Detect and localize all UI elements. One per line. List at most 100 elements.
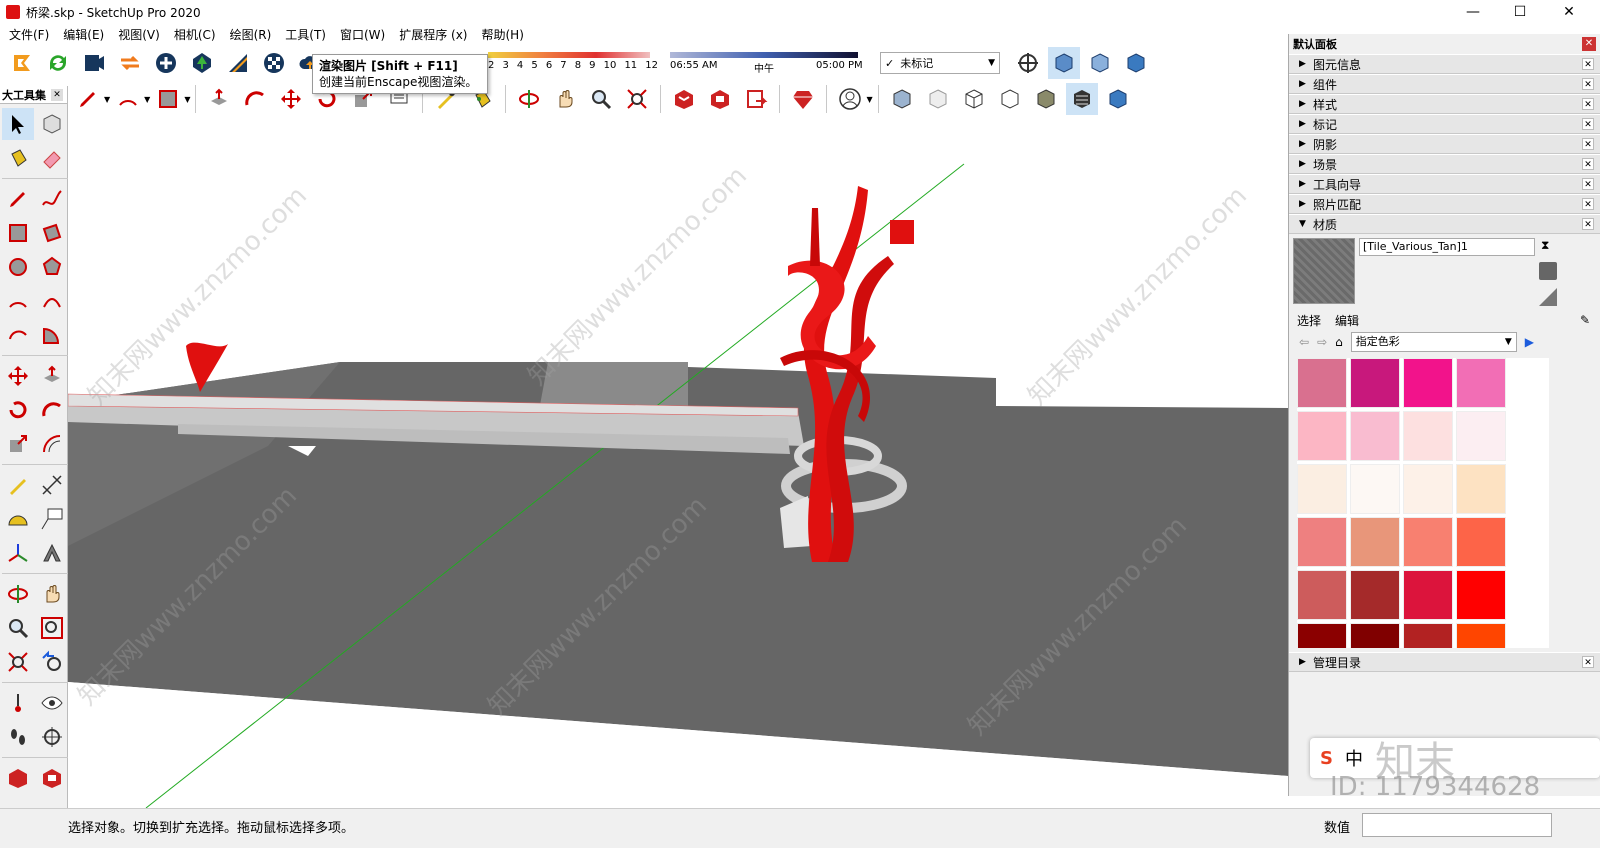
rotated-rectangle-button[interactable]: [36, 217, 68, 249]
material-swatch[interactable]: [1403, 411, 1453, 461]
material-swatch[interactable]: [1403, 623, 1453, 648]
account-button[interactable]: [834, 83, 866, 115]
eraser-tool-button[interactable]: [36, 142, 68, 174]
home-icon[interactable]: ⌂: [1335, 335, 1343, 349]
pie-tool-button[interactable]: [36, 319, 68, 351]
zoom-window-button[interactable]: [36, 612, 68, 644]
close-icon[interactable]: ✕: [1582, 98, 1594, 110]
send-to-layout-button[interactable]: [740, 83, 772, 115]
material-swatch[interactable]: [1297, 623, 1347, 648]
pan-button[interactable]: [549, 83, 581, 115]
material-swatch[interactable]: [1403, 570, 1453, 620]
select-tool-button[interactable]: [2, 108, 34, 140]
push-pull-button[interactable]: [36, 360, 68, 392]
move-tool-button[interactable]: [275, 83, 307, 115]
menu-help[interactable]: 帮助(H): [474, 26, 530, 43]
close-icon[interactable]: ✕: [1582, 58, 1594, 70]
panel-entity-info[interactable]: ▶ 图元信息 ✕: [1289, 54, 1600, 74]
circle-tool-button[interactable]: [2, 251, 34, 283]
material-swatch[interactable]: [1456, 464, 1506, 514]
shaded-button[interactable]: [1030, 83, 1062, 115]
extension-warehouse-button[interactable]: [704, 83, 736, 115]
close-icon[interactable]: ✕: [1582, 218, 1594, 230]
monochrome-button[interactable]: [1102, 83, 1134, 115]
menu-edit[interactable]: 编辑(E): [56, 26, 111, 43]
material-swatch[interactable]: [1297, 464, 1347, 514]
move-tool-button[interactable]: [2, 360, 34, 392]
zoom-extents-button[interactable]: [621, 83, 653, 115]
enscape-material-button[interactable]: [222, 47, 254, 79]
close-icon[interactable]: ✕: [1582, 78, 1594, 90]
hidden-line-button[interactable]: [994, 83, 1026, 115]
protractor-button[interactable]: [2, 503, 34, 535]
shaded-textures-button[interactable]: [1065, 83, 1098, 115]
pan-button[interactable]: [36, 578, 68, 610]
previous-view-button[interactable]: [36, 646, 68, 678]
rectangle-tool-button[interactable]: [2, 217, 34, 249]
back-edges-button[interactable]: [922, 83, 954, 115]
minimize-button[interactable]: —: [1450, 0, 1496, 24]
material-swatch[interactable]: [1456, 517, 1506, 567]
tab-edit[interactable]: 编辑: [1335, 312, 1359, 329]
panel-materials[interactable]: ▼ 材质 ✕: [1289, 214, 1600, 234]
material-swatch[interactable]: [1350, 570, 1400, 620]
measurements-input[interactable]: [1362, 813, 1552, 837]
close-icon[interactable]: ✕: [1582, 158, 1594, 170]
panel-tags[interactable]: ▶ 标记 ✕: [1289, 114, 1600, 134]
chevron-down-icon[interactable]: ▼: [144, 95, 150, 104]
xray-style-button[interactable]: [886, 83, 918, 115]
material-swatch[interactable]: [1456, 358, 1506, 408]
arc-tool-button[interactable]: [2, 285, 34, 317]
paint-tool-button[interactable]: [2, 142, 34, 174]
walk-button[interactable]: [2, 721, 34, 753]
tab-select[interactable]: 选择: [1297, 312, 1321, 329]
line-tool-button[interactable]: [72, 83, 104, 115]
material-collection-select[interactable]: 指定色彩 ▼: [1350, 332, 1517, 352]
top-view-button[interactable]: [1084, 47, 1116, 79]
front-view-button[interactable]: [1120, 47, 1152, 79]
close-button[interactable]: ✕: [1546, 0, 1592, 24]
close-icon[interactable]: ✕: [1582, 656, 1594, 668]
close-icon[interactable]: ✕: [1582, 198, 1594, 210]
material-swatch[interactable]: [1350, 411, 1400, 461]
material-swatch[interactable]: [1350, 623, 1400, 648]
shadow-time-slider[interactable]: [670, 52, 858, 58]
3d-warehouse-button[interactable]: [668, 83, 700, 115]
chevron-down-icon[interactable]: ▼: [104, 95, 110, 104]
arc-tool-button[interactable]: [112, 83, 144, 115]
zoom-button[interactable]: [585, 83, 617, 115]
dimension-tool-button[interactable]: [36, 469, 68, 501]
back-arrow-icon[interactable]: ⇦: [1299, 335, 1309, 349]
3d-warehouse-button[interactable]: [2, 762, 34, 794]
look-around-button[interactable]: [36, 687, 68, 719]
menu-window[interactable]: 窗口(W): [333, 26, 392, 43]
material-swatch[interactable]: [1297, 411, 1347, 461]
material-swatch[interactable]: [1297, 358, 1347, 408]
material-swatch[interactable]: [1456, 570, 1506, 620]
menu-camera[interactable]: 相机(C): [167, 26, 223, 43]
panel-shadows[interactable]: ▶ 阴影 ✕: [1289, 134, 1600, 154]
menu-draw[interactable]: 绘图(R): [223, 26, 279, 43]
text-tool-button[interactable]: [36, 503, 68, 535]
follow-me-button[interactable]: [36, 394, 68, 426]
material-swatch[interactable]: [1456, 623, 1506, 648]
material-swatch[interactable]: [1297, 570, 1347, 620]
follow-me-button[interactable]: [239, 83, 271, 115]
polygon-tool-button[interactable]: [36, 251, 68, 283]
material-swatch[interactable]: [1403, 358, 1453, 408]
chevron-down-icon[interactable]: ▼: [866, 95, 872, 104]
two-point-arc-button[interactable]: [36, 285, 68, 317]
menu-tools[interactable]: 工具(T): [278, 26, 333, 43]
three-point-arc-button[interactable]: [2, 319, 34, 351]
panel-components[interactable]: ▶ 组件 ✕: [1289, 74, 1600, 94]
panel-manage-catalog[interactable]: ▶ 管理目录 ✕: [1289, 652, 1600, 672]
3d-text-button[interactable]: [36, 537, 68, 569]
material-swatch[interactable]: [1403, 517, 1453, 567]
extension-warehouse-button[interactable]: [36, 762, 68, 794]
orbit-button[interactable]: [513, 83, 545, 115]
position-camera-button[interactable]: [1012, 47, 1044, 79]
wireframe-button[interactable]: [958, 83, 990, 115]
material-name-field[interactable]: [Tile_Various_Tan]1: [1359, 238, 1535, 256]
chevron-down-icon[interactable]: ▼: [184, 95, 190, 104]
zoom-extents-button[interactable]: [2, 646, 34, 678]
